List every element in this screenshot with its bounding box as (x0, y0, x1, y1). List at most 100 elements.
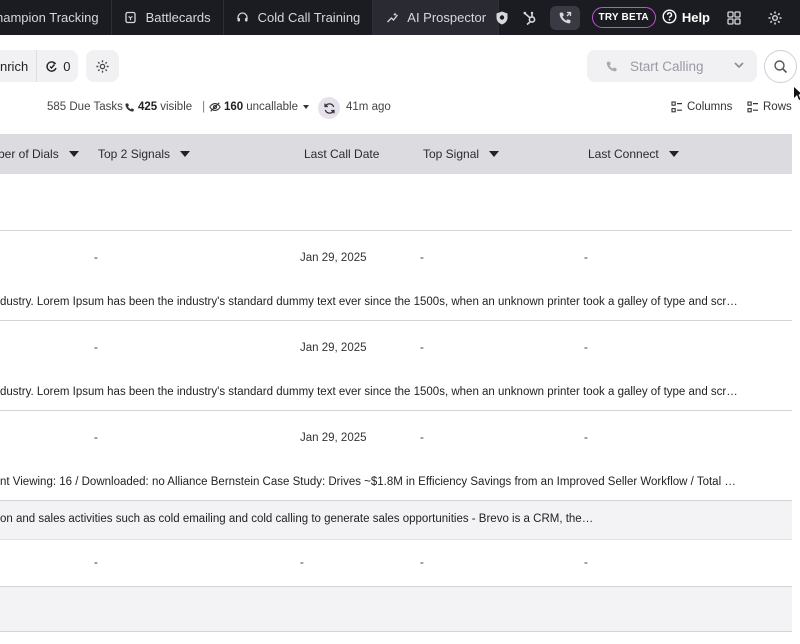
eye-off-icon (209, 101, 221, 113)
credits-icon (45, 60, 58, 73)
columns-icon (671, 101, 683, 113)
help-circle-icon (662, 8, 677, 27)
apps-grid-icon[interactable] (721, 5, 747, 31)
cell-top-2-signals: - (94, 432, 98, 444)
cell-last-call-date: Jan 29, 2025 (300, 432, 367, 444)
cell-top-2-signals: - (94, 557, 98, 569)
cell-top-signal: - (420, 342, 424, 354)
cell-top-signal: - (420, 557, 424, 569)
start-calling-label: Start Calling (630, 58, 704, 74)
cell-last-call-date: - (300, 557, 304, 569)
nav-tab-label: Cold Call Training (257, 10, 361, 25)
nav-tab-ai-prospector[interactable]: AI Prospector (373, 0, 500, 35)
row-description: dustry. Lorem Ipsum has been the industr… (0, 296, 738, 308)
chevron-down-icon[interactable] (733, 59, 745, 71)
action-toolbar: nrich 0 Start Calling (0, 35, 800, 100)
shield-icon[interactable] (489, 5, 515, 31)
gear-icon (95, 59, 110, 74)
credits-counter-button[interactable]: 0 (36, 50, 78, 82)
enrich-button[interactable]: nrich (0, 50, 36, 82)
visible-count: 425 visible | (124, 101, 205, 113)
enrich-pill-group: nrich 0 (0, 50, 79, 82)
cell-top-2-signals: - (94, 342, 98, 354)
top-right-actions: TRY BETA Help (488, 0, 800, 35)
sort-caret-icon (68, 151, 79, 157)
help-label: Help (681, 10, 710, 25)
table-row[interactable]: - Jan 29, 2025 - - dustry. Lorem Ipsum h… (0, 231, 792, 320)
cell-top-signal: - (420, 432, 424, 444)
row-description: dustry. Lorem Ipsum has been the industr… (0, 386, 738, 398)
headset-icon (236, 11, 250, 25)
nav-tab-cold-call-training[interactable]: Cold Call Training (224, 0, 374, 35)
refresh-icon (323, 102, 336, 115)
try-beta-button[interactable]: TRY BETA (591, 7, 656, 28)
uncallable-dropdown[interactable]: 160 uncallable (209, 101, 309, 113)
help-button[interactable]: Help (662, 8, 710, 27)
cell-top-signal: - (420, 252, 424, 264)
table-header: ber of Dials Top 2 Signals Last Call Dat… (0, 134, 792, 174)
rows-button[interactable]: Rows (747, 101, 792, 113)
search-icon (773, 59, 788, 74)
due-tasks-label: 585 Due Tasks (47, 101, 123, 113)
cell-last-connect: - (584, 252, 588, 264)
hubspot-icon[interactable] (517, 5, 543, 31)
credits-count: 0 (63, 58, 71, 74)
caret-down-icon (302, 105, 309, 109)
nav-tab-label: Battlecards (145, 10, 211, 25)
stats-separator: | (202, 101, 206, 113)
column-header-label: ber of Dials (0, 147, 59, 161)
cell-last-connect: - (584, 342, 588, 354)
table-row[interactable]: - Jan 29, 2025 - - nt Viewing: 16 / Down… (0, 411, 792, 501)
nav-tab-label: hampion Tracking (0, 10, 99, 25)
cell-top-2-signals: - (94, 252, 98, 264)
column-header-last-connect[interactable]: Last Connect (588, 147, 679, 161)
phone-forward-icon[interactable] (549, 5, 580, 30)
uncallable-label: uncallable (246, 101, 298, 113)
enrich-label: nrich (0, 58, 29, 74)
refresh-button[interactable] (318, 97, 340, 119)
table-row[interactable]: - Jan 29, 2025 - - dustry. Lorem Ipsum h… (0, 321, 792, 410)
due-tasks-count: 585 Due Tasks (47, 101, 123, 113)
column-header-top-signal[interactable]: Top Signal (423, 147, 500, 161)
uncallable-count-value: 160 (224, 101, 244, 113)
last-sync-time: 41m ago (346, 101, 391, 113)
nav-tab-battlecards[interactable]: Battlecards (112, 0, 224, 35)
rows-icon (747, 101, 759, 113)
sort-caret-icon (180, 151, 191, 157)
visible-count-value: 425 (138, 101, 158, 113)
column-header-label: Last Connect (588, 147, 659, 161)
column-header-label: Top 2 Signals (98, 147, 171, 161)
sort-caret-icon (489, 151, 500, 157)
start-calling-button[interactable]: Start Calling (587, 50, 757, 82)
settings-gear-icon[interactable] (762, 5, 788, 31)
nav-tab-label: AI Prospector (407, 10, 487, 25)
phone-small-icon (124, 102, 135, 113)
search-button[interactable] (764, 50, 797, 83)
nav-tab-champion-tracking[interactable]: hampion Tracking (0, 0, 112, 35)
battlecard-icon (124, 11, 138, 25)
column-header-label: Top Signal (423, 147, 480, 161)
cell-last-call-date: Jan 29, 2025 (300, 252, 367, 264)
sort-caret-icon (668, 151, 679, 157)
visible-count-label: visible (160, 101, 193, 113)
table-settings-button[interactable] (86, 50, 119, 82)
top-nav-bar: hampion Tracking Battlecards Cold Call T… (0, 0, 800, 35)
columns-label: Columns (687, 101, 733, 113)
cell-last-connect: - (584, 557, 588, 569)
cell-last-connect: - (584, 432, 588, 444)
row-divider (0, 539, 792, 540)
row-description: on and sales activities such as cold ema… (0, 513, 594, 525)
column-header-label: Last Call Date (304, 147, 380, 161)
columns-button[interactable]: Columns (671, 101, 732, 113)
empty-row-band (0, 587, 792, 631)
column-header-last-call-date[interactable]: Last Call Date (304, 147, 379, 161)
row-divider (0, 631, 792, 632)
cell-last-call-date: Jan 29, 2025 (300, 342, 367, 354)
row-description: nt Viewing: 16 / Downloaded: no Alliance… (0, 476, 736, 488)
rows-label: Rows (763, 101, 792, 113)
column-header-top-2-signals[interactable]: Top 2 Signals (98, 147, 191, 161)
phone-icon (605, 60, 618, 73)
column-header-number-of-dials[interactable]: ber of Dials (0, 147, 79, 161)
last-sync-label: 41m ago (346, 101, 391, 113)
table-row[interactable]: on and sales activities such as cold ema… (0, 501, 792, 587)
